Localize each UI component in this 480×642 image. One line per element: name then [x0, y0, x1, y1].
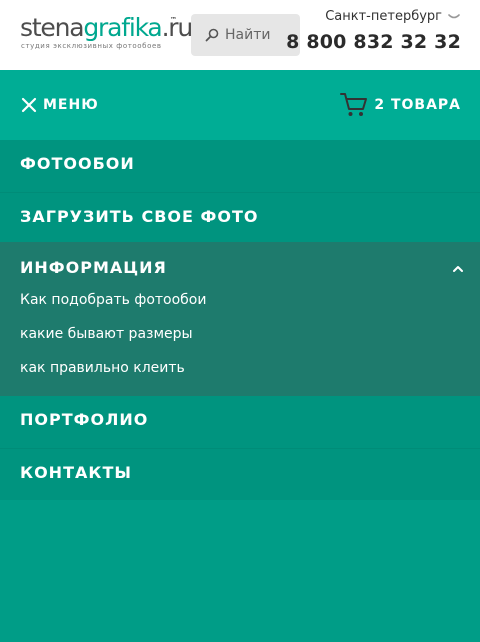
- submenu-item-sizes[interactable]: какие бывают размеры: [20, 326, 193, 342]
- menu-label: МЕНЮ: [43, 97, 99, 113]
- nav-item-label: ЗАГРУЗИТЬ СВОЕ ФОТО: [20, 207, 259, 226]
- cart-icon: [340, 93, 368, 116]
- menu-bar: МЕНЮ 2 ТОВАРА: [0, 70, 480, 140]
- submenu-item-how-to-choose[interactable]: Как подобрать фотообои: [20, 292, 206, 308]
- submenu-item-how-to-glue[interactable]: как правильно клеить: [20, 360, 185, 376]
- logo-text-stena: stena: [20, 13, 85, 42]
- nav-item-information[interactable]: ИНФОРМАЦИЯ: [20, 258, 167, 277]
- close-icon: [21, 97, 37, 113]
- nav-item-label: КОНТАКТЫ: [20, 463, 132, 482]
- menu-close-button[interactable]: МЕНЮ: [21, 96, 99, 114]
- logo-trademark: ™: [170, 16, 177, 24]
- site-header: stenagrafika.ru ™ студия эксклюзивных фо…: [0, 0, 480, 70]
- logo-text-grafika: grafika: [83, 13, 162, 42]
- logo[interactable]: stenagrafika.ru ™ студия эксклюзивных фо…: [20, 13, 193, 54]
- chevron-up-icon[interactable]: [453, 265, 463, 272]
- cart-button[interactable]: 2 ТОВАРА: [340, 92, 461, 118]
- nav-item-photowallpapers[interactable]: ФОТООБОИ: [0, 140, 480, 192]
- city-label: Санкт-петербург: [325, 9, 442, 24]
- nav-item-label: ПОРТФОЛИО: [20, 410, 149, 429]
- cart-count-label: 2 ТОВАРА: [374, 97, 461, 113]
- search-icon[interactable]: [205, 28, 219, 42]
- nav-item-label: ФОТООБОИ: [20, 154, 135, 173]
- nav-item-contacts[interactable]: КОНТАКТЫ: [0, 448, 480, 500]
- nav-item-upload-photo[interactable]: ЗАГРУЗИТЬ СВОЕ ФОТО: [0, 192, 480, 244]
- logo-wordmark: stenagrafika.ru: [20, 13, 193, 42]
- city-selector[interactable]: Санкт-петербург: [325, 9, 460, 24]
- logo-tagline: студия эксклюзивных фотообоев: [21, 42, 162, 50]
- search-box[interactable]: [191, 14, 300, 56]
- chevron-down-icon: [448, 13, 460, 18]
- phone-link[interactable]: 8 800 832 32 32: [286, 31, 461, 53]
- nav-section-information: ИНФОРМАЦИЯ Как подобрать фотообои какие …: [0, 242, 480, 396]
- nav-item-portfolio[interactable]: ПОРТФОЛИО: [0, 396, 480, 448]
